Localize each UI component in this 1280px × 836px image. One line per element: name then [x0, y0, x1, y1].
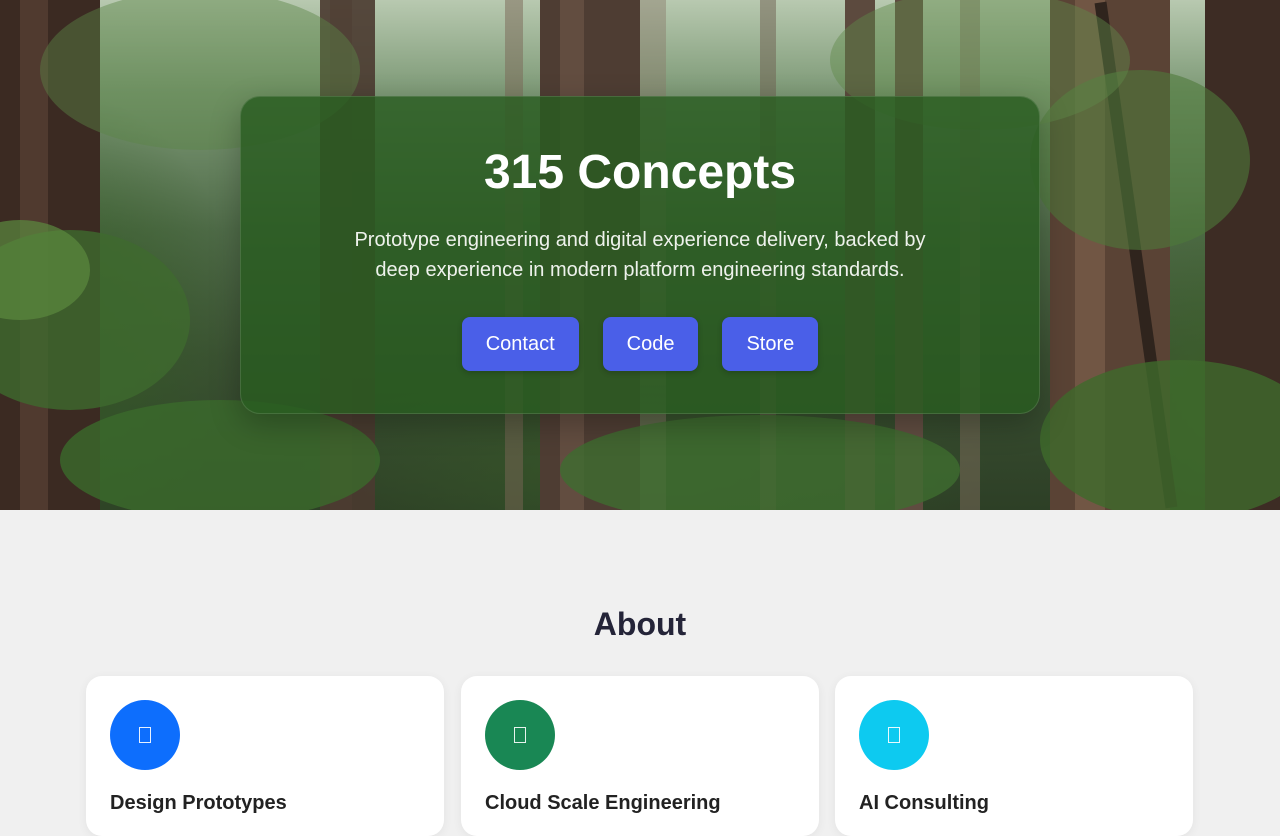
about-card-ai-consulting: AI Consulting: [835, 676, 1193, 836]
cloud-icon: [485, 700, 555, 770]
card-title: Cloud Scale Engineering: [485, 792, 721, 814]
code-button[interactable]: Code: [602, 317, 699, 371]
hero-section: 315 Concepts Prototype engineering and d…: [0, 0, 1280, 510]
store-button[interactable]: Store: [722, 317, 819, 371]
hero-button-row: Contact Code Store: [241, 317, 1039, 371]
ai-icon: [859, 700, 929, 770]
card-title: AI Consulting: [859, 792, 989, 814]
hero-card: 315 Concepts Prototype engineering and d…: [240, 96, 1040, 414]
card-title: Design Prototypes: [110, 792, 287, 814]
about-title: About: [593, 606, 687, 642]
contact-button[interactable]: Contact: [461, 317, 579, 371]
about-section: About Design Prototypes Cloud Scale Engi…: [0, 510, 1280, 836]
about-card-cloud-scale-engineering: Cloud Scale Engineering: [461, 676, 819, 836]
hero-title: 315 Concepts: [483, 146, 797, 199]
hero-subtitle: Prototype engineering and digital experi…: [354, 229, 926, 281]
about-card-design-prototypes: Design Prototypes: [86, 676, 444, 836]
prototype-icon: [110, 700, 180, 770]
